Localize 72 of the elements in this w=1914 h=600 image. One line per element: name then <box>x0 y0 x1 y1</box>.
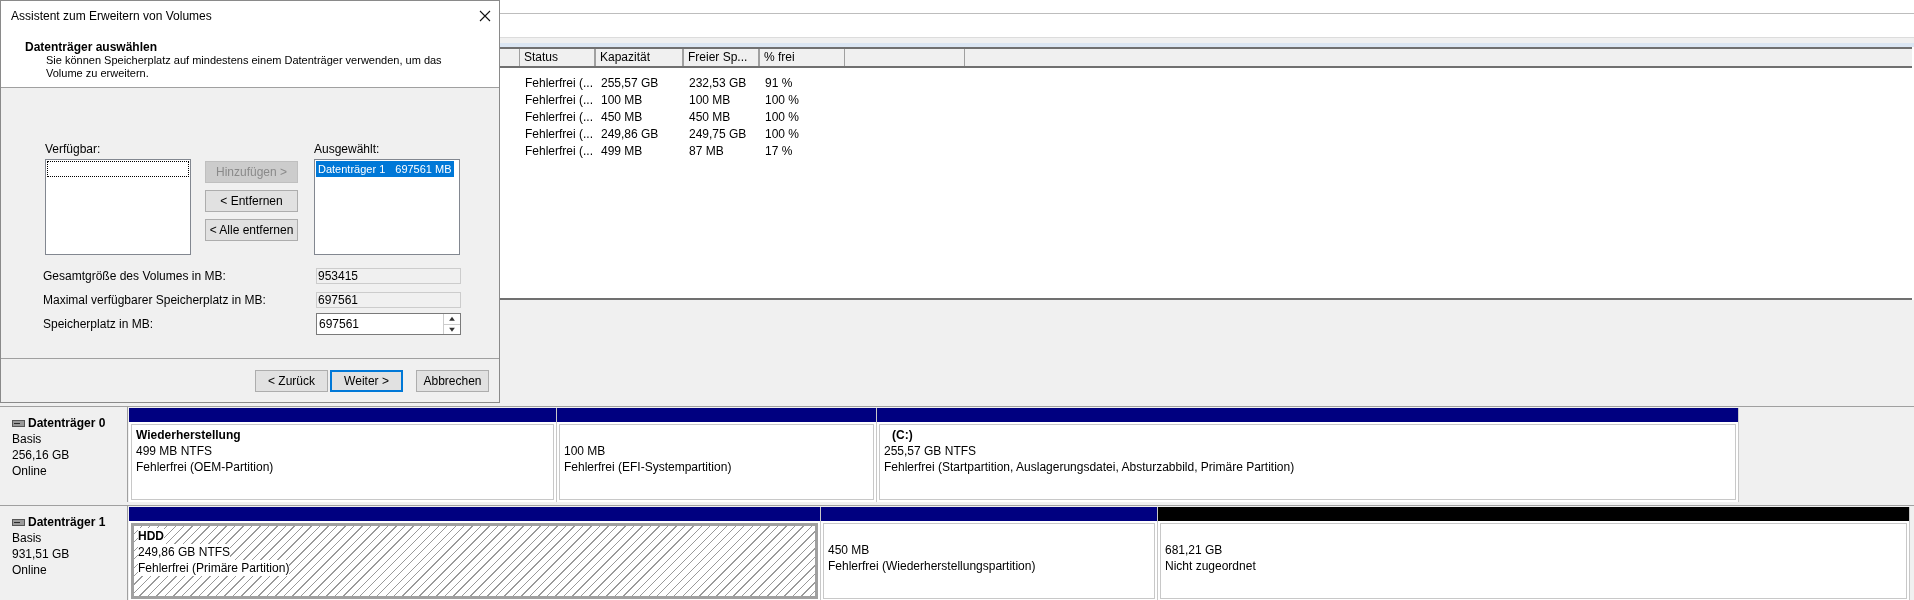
table-cell: 450 MB <box>601 110 643 124</box>
column-header[interactable]: % frei <box>759 49 845 66</box>
dialog-title: Assistent zum Erweitern von Volumes <box>11 7 212 25</box>
readonly-field: 953415 <box>316 268 461 284</box>
table-cell: 100 % <box>765 127 800 141</box>
table-cell: 450 MB <box>689 110 731 124</box>
wizard-button[interactable]: Abbrechen <box>416 369 489 392</box>
disk-name: Datenträger 1 <box>28 514 106 530</box>
field-label: Speicherplatz in MB: <box>43 316 154 333</box>
drive-icon <box>12 419 25 427</box>
disk-type: Basis <box>12 431 42 447</box>
column-header[interactable]: Freier Sp... <box>683 49 759 66</box>
field-label: Maximal verfügbarer Speicherplatz in MB: <box>43 292 266 309</box>
partition-size: 255,57 GB NTFS <box>884 443 977 459</box>
wizard-heading: Datenträger auswählen <box>25 40 159 54</box>
down-arrow-icon[interactable] <box>444 323 460 334</box>
wizard-button[interactable]: Weiter > <box>330 369 403 392</box>
table-cell: 499 MB <box>601 144 643 158</box>
table-cell: Fehlerfrei (... <box>525 110 593 124</box>
disk-type: Basis <box>12 530 42 546</box>
column-header[interactable]: Status <box>519 49 595 66</box>
table-cell: 100 % <box>765 110 800 124</box>
partition-status: Fehlerfrei (Primäre Partition) <box>138 560 290 576</box>
partition-block[interactable]: 450 MB Fehlerfrei (Wiederherstellungspartition) <box>821 507 1158 600</box>
partition-size: 249,86 GB NTFS <box>138 544 231 560</box>
partition-block[interactable]: HDD 249,86 GB NTFS Fehlerfrei (Primäre Partition) <box>129 507 821 600</box>
close-icon[interactable] <box>479 9 491 22</box>
disk-size: 931,51 GB <box>12 546 70 562</box>
partition-block[interactable]: (C:) 255,57 GB NTFS Fehlerfrei (Startpartition, Auslagerungsdatei, Absturzabbild, Primäre Partition) <box>877 408 1739 502</box>
disk-state: Online <box>12 463 47 479</box>
table-cell: 249,86 GB <box>601 127 659 141</box>
partition-status: Fehlerfrei (EFI-Systempartition) <box>564 459 732 475</box>
partition-status: Fehlerfrei (Startpartition, Auslagerungsdatei, Absturzabbild, Primäre Partition) <box>884 459 1295 475</box>
partition-block[interactable]: 100 MB Fehlerfrei (EFI-Systempartition) <box>557 408 877 502</box>
selected-label: Ausgewählt: <box>314 143 381 156</box>
table-cell: Fehlerfrei (... <box>525 144 593 158</box>
disk-state: Online <box>12 562 47 578</box>
wizard-description: Sie können Speicherplatz auf mindestens einem Datenträger verwenden, um das Volume zu erweitern. <box>45 54 443 80</box>
table-cell: Fehlerfrei (... <box>525 93 593 107</box>
partition-status: Nicht zugeordnet <box>1165 558 1256 574</box>
field-label: Gesamtgröße des Volumes in MB: <box>43 268 226 285</box>
table-cell: 100 MB <box>601 93 643 107</box>
table-cell: 232,53 GB <box>689 76 747 90</box>
selected-list[interactable]: Datenträger 1 697561 MB <box>314 159 460 255</box>
wizard-button[interactable]: < Zurück <box>255 369 328 392</box>
partition-block[interactable]: 681,21 GB Nicht zugeordnet <box>1158 507 1910 600</box>
table-cell: Fehlerfrei (... <box>525 127 593 141</box>
table-cell: 249,75 GB <box>689 127 747 141</box>
table-cell: 87 MB <box>689 144 724 158</box>
table-cell: 100 % <box>765 93 800 107</box>
spin-field[interactable]: 697561 <box>316 313 461 335</box>
readonly-field: 697561 <box>316 292 461 308</box>
table-cell: 91 % <box>765 76 793 90</box>
partition-block[interactable]: Wiederherstellung 499 MB NTFS Fehlerfrei (OEM-Partition) <box>129 408 557 502</box>
table-cell: 100 MB <box>689 93 731 107</box>
disk-size: 256,16 GB <box>12 447 70 463</box>
move-button[interactable]: < Alle entfernen <box>205 219 298 241</box>
partition-label: Wiederherstellung <box>136 427 241 443</box>
available-label: Verfügbar: <box>45 143 102 156</box>
drive-icon <box>12 518 25 526</box>
partition-size: 681,21 GB <box>1165 542 1223 558</box>
partition-status: Fehlerfrei (Wiederherstellungspartition) <box>828 558 1036 574</box>
partition-label: HDD <box>138 528 164 544</box>
disk-name: Datenträger 0 <box>28 415 106 431</box>
available-list[interactable] <box>45 159 191 255</box>
column-header[interactable]: Kapazität <box>595 49 683 66</box>
list-item[interactable]: Datenträger 1 697561 MB <box>316 161 454 177</box>
move-button[interactable]: < Entfernen <box>205 190 298 212</box>
table-cell: Fehlerfrei (... <box>525 76 593 90</box>
table-cell: 255,57 GB <box>601 76 659 90</box>
table-cell: 17 % <box>765 144 793 158</box>
partition-status: Fehlerfrei (OEM-Partition) <box>136 459 274 475</box>
